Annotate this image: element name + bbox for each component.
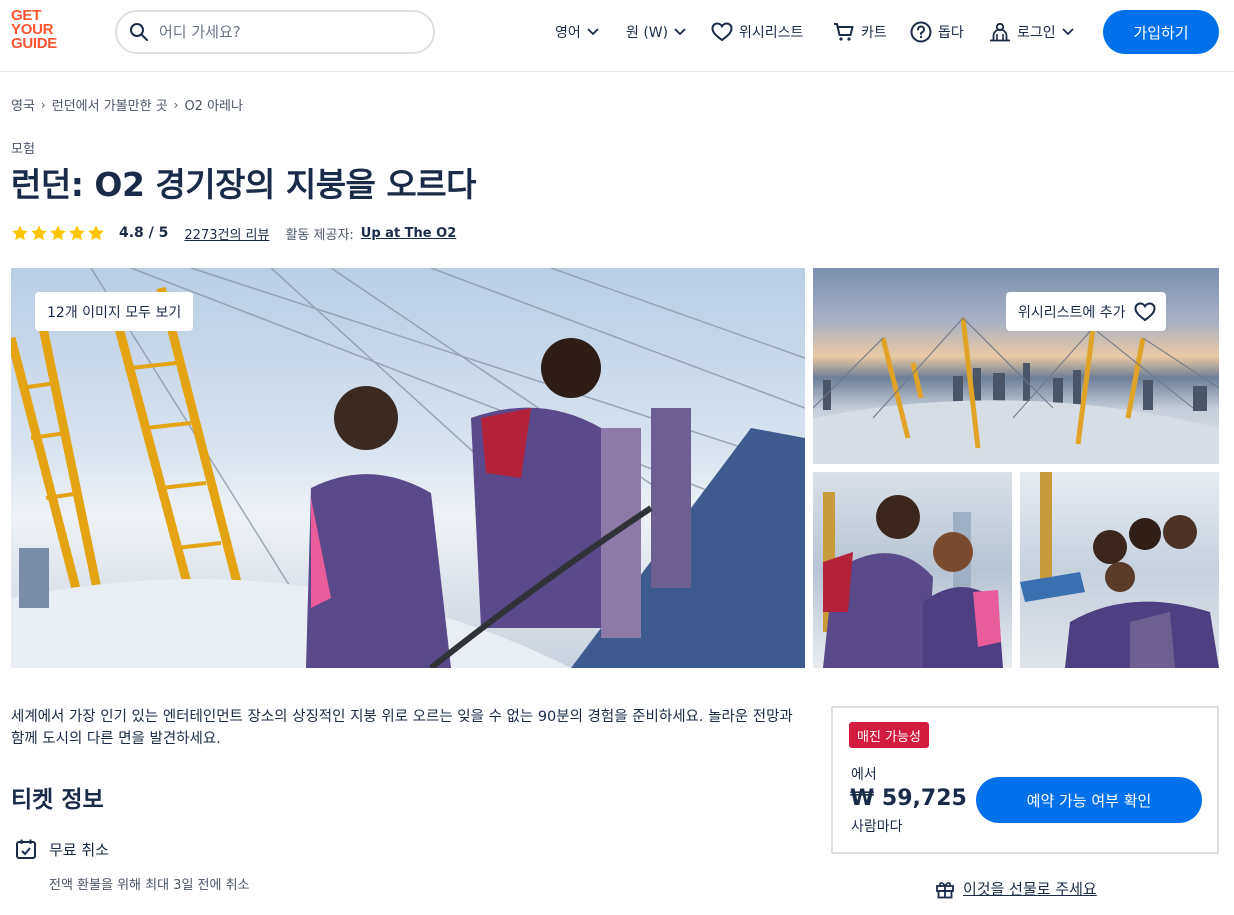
price-value: ₩ 59,725: [850, 786, 967, 811]
wishlist-label: 위시리스트: [739, 25, 804, 41]
currency-label: 원 (W): [626, 25, 669, 41]
photo-family-selfie[interactable]: [1020, 472, 1219, 668]
star-icon: [69, 225, 85, 241]
getyourguide-logo[interactable]: GET YOUR GUIDE: [11, 8, 71, 52]
login-menu[interactable]: 로그인: [989, 20, 1074, 44]
breadcrumb-item-country[interactable]: 영국: [11, 95, 35, 114]
help-label: 돕다: [938, 25, 964, 41]
family-selfie-illustration: [1020, 472, 1219, 668]
photo-couple-toast[interactable]: [813, 472, 1012, 668]
page-title: 런던: O2 경기장의 지붕을 오르다: [11, 165, 477, 204]
gift-icon: [936, 881, 954, 898]
star-icon: [50, 225, 66, 241]
language-label: 영어: [555, 25, 581, 41]
logo-line-3: GUIDE: [11, 35, 58, 52]
cart-icon: [834, 23, 854, 41]
couple-toast-illustration: [823, 492, 1003, 668]
site-header: GET YOUR GUIDE 영어 원 (W) 위시리스트 카트 돕다 로그인 …: [0, 0, 1234, 72]
likely-to-sell-out-badge: 매진 가능성: [849, 722, 929, 748]
search-input[interactable]: [159, 23, 409, 41]
rating-value: 4.8 / 5: [119, 225, 169, 241]
search-icon: [130, 23, 148, 41]
price-from-label: 에서: [851, 767, 877, 783]
activity-category: 모험: [11, 142, 35, 157]
provider-label: 활동 제공자:: [285, 227, 354, 243]
ticket-info-heading: 티켓 정보: [11, 787, 104, 813]
check-availability-button[interactable]: 예약 가능 여부 확인: [976, 777, 1202, 823]
calendar-check-icon: [16, 839, 36, 859]
rating-row: 4.8 / 5 2273건의 리뷰 활동 제공자: Up at The O2: [11, 222, 456, 244]
user-group-icon: [990, 22, 1010, 42]
chevron-down-icon: [674, 28, 686, 36]
search-bar[interactable]: [115, 10, 435, 54]
free-cancellation-title: 무료 취소: [49, 840, 109, 859]
breadcrumb-item-venue[interactable]: O2 아레나: [184, 95, 243, 114]
chevron-down-icon: [587, 28, 599, 36]
help-link[interactable]: 돕다: [910, 20, 964, 44]
breadcrumb-item-city[interactable]: 런던에서 가볼만한 곳: [52, 95, 168, 114]
wishlist-link[interactable]: 위시리스트: [711, 20, 803, 44]
breadcrumb-separator: ›: [40, 97, 46, 112]
gift-label: 이것을 선물로 주세요: [963, 880, 1097, 898]
login-label: 로그인: [1017, 25, 1056, 41]
activity-description: 세계에서 가장 인기 있는 엔터테인먼트 장소의 상징적인 지붕 위로 오르는 …: [11, 709, 793, 747]
provider-link[interactable]: Up at The O2: [361, 226, 456, 241]
add-to-wishlist-button[interactable]: 위시리스트에 추가: [1006, 292, 1166, 331]
cart-link[interactable]: 카트: [833, 20, 887, 44]
heart-icon: [1133, 301, 1156, 321]
star-icon: [12, 225, 28, 241]
chevron-down-icon: [1062, 28, 1074, 36]
breadcrumb: 영국 › 런던에서 가볼만한 곳 › O2 아레나: [11, 95, 243, 115]
free-cancellation-subtext: 전액 환불을 위해 최대 3일 전에 취소: [49, 878, 250, 893]
reviews-link[interactable]: 2273건의 리뷰: [184, 224, 269, 243]
star-rating: [11, 224, 105, 242]
gift-link[interactable]: 이것을 선물로 주세요: [935, 878, 1097, 899]
booking-card: 매진 가능성 에서 ₩ 59,725 사람마다 예약 가능 여부 확인: [831, 706, 1219, 854]
signup-button[interactable]: 가입하기: [1103, 10, 1219, 54]
see-all-images-label: 12개 이미지 모두 보기: [47, 304, 182, 321]
cart-label: 카트: [861, 25, 887, 41]
help-icon: [910, 21, 932, 43]
price-per-person-label: 사람마다: [851, 819, 903, 835]
heart-icon: [711, 22, 733, 42]
breadcrumb-separator: ›: [173, 97, 179, 112]
star-icon: [31, 225, 47, 241]
add-to-wishlist-label: 위시리스트에 추가: [1018, 304, 1126, 321]
currency-selector[interactable]: 원 (W): [626, 20, 686, 44]
see-all-images-button[interactable]: 12개 이미지 모두 보기: [35, 292, 194, 331]
language-selector[interactable]: 영어: [555, 20, 599, 44]
free-cancellation-feature: 무료 취소: [15, 838, 109, 860]
star-icon: [88, 225, 104, 241]
